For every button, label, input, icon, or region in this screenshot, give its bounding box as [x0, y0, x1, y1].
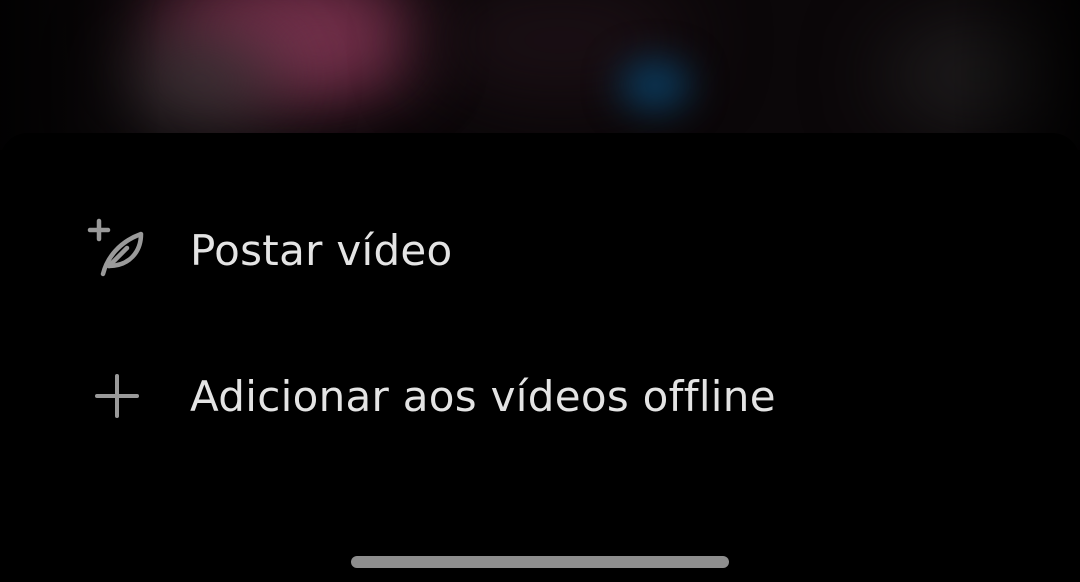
blurred-video-background[interactable]	[0, 0, 1080, 150]
compose-feather-plus-icon	[82, 215, 152, 285]
plus-icon	[82, 361, 152, 431]
post-video-label: Postar vídeo	[190, 225, 453, 275]
add-to-offline-videos-menu-item[interactable]: Adicionar aos vídeos offline	[0, 341, 1080, 451]
backdrop-fade	[0, 0, 1080, 150]
screen: Postar vídeo Adicionar aos vídeos offlin…	[0, 0, 1080, 582]
bottom-sheet-menu: Postar vídeo Adicionar aos vídeos offlin…	[0, 133, 1080, 582]
add-to-offline-videos-label: Adicionar aos vídeos offline	[190, 371, 776, 421]
home-indicator[interactable]	[351, 556, 729, 568]
post-video-menu-item[interactable]: Postar vídeo	[0, 195, 1080, 305]
